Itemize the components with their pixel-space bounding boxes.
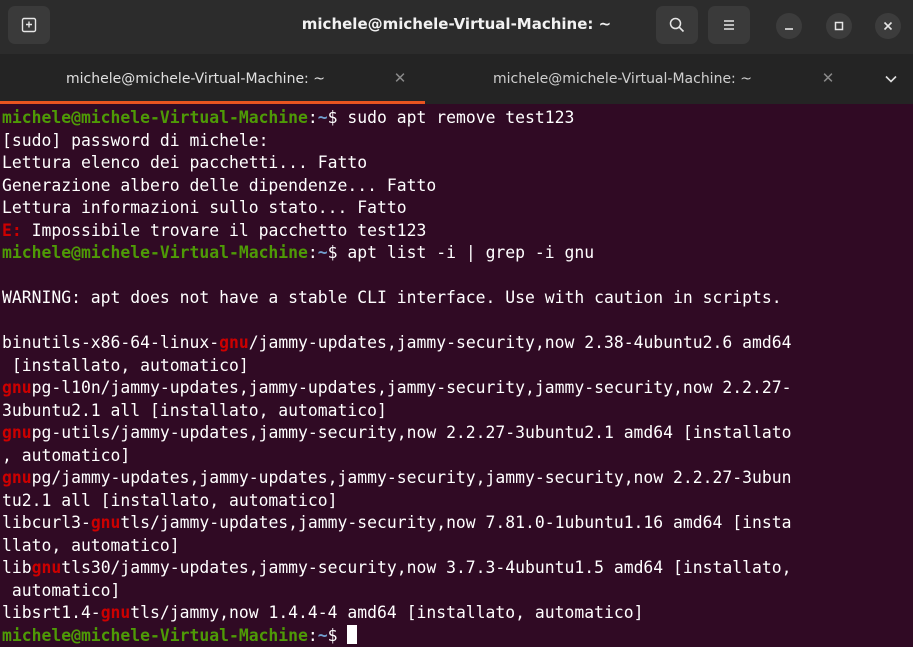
tab-label: michele@michele-Virtual-Machine: ~ [66,71,325,87]
output-segment: lib [2,558,32,577]
output-segment: pg/jammy-updates,jammy-updates,jammy-sec… [31,468,792,487]
prompt-path: ~ [317,625,328,645]
close-window-button[interactable] [875,13,901,39]
prompt-line: michele@michele-Virtual-Machine:~$ apt l… [2,243,595,262]
output-segment: pg-utils/jammy-updates,jammy-security,no… [31,423,792,442]
terminal-output[interactable]: michele@michele-Virtual-Machine:~$ sudo … [0,107,913,647]
output-line: libgnutls30/jammy-updates,jammy-security… [0,557,913,580]
tab-terminal-2[interactable]: michele@michele-Virtual-Machine: ~ ✕ [427,54,867,104]
prompt-path: ~ [317,108,328,127]
match-highlight: gnu [219,333,249,352]
tab-close-icon[interactable]: ✕ [820,69,836,87]
warning-line: WARNING: apt does not have a stable CLI … [2,288,782,307]
chevron-down-icon [885,75,897,83]
command-text: apt list -i | grep -i gnu [337,243,595,262]
match-highlight: gnu [2,378,32,397]
search-button[interactable] [656,6,698,44]
tab-bar: michele@michele-Virtual-Machine: ~ ✕ mic… [0,54,913,104]
output-segment: /jammy-updates,jammy-security,now 2.38-4… [248,333,792,352]
prompt-symbol: $ [327,108,338,127]
tab-terminal-1[interactable]: michele@michele-Virtual-Machine: ~ ✕ [0,54,425,104]
prompt-line: michele@michele-Virtual-Machine:~$ sudo … [2,108,575,127]
prompt-symbol: $ [327,243,338,262]
output-segment: tls30/jammy-updates,jammy-security,now 3… [61,558,792,577]
output-line: gnupg/jammy-updates,jammy-updates,jammy-… [0,467,913,490]
prompt-line: michele@michele-Virtual-Machine:~$ [0,624,913,647]
output-segment: binutils-x86-64-linux- [2,333,220,352]
prompt-user: michele@michele-Virtual-Machine [2,108,308,127]
match-highlight: gnu [2,423,32,442]
match-highlight: gnu [2,468,32,487]
error-text: Impossibile trovare il pacchetto test123 [21,220,427,240]
output-segment: libsrt1.4- [2,603,101,622]
maximize-icon [834,21,844,31]
output-line: [installato, automatico] [2,355,249,375]
output-line: [sudo] password di michele: [2,130,269,150]
command-text: sudo apt remove test123 [337,108,575,127]
new-tab-button[interactable] [8,6,50,44]
output-line: libcurl3-gnutls/jammy-updates,jammy-secu… [0,512,913,535]
tab-label: michele@michele-Virtual-Machine: ~ [493,71,752,87]
output-line: tu2.1 all [installato, automatico] [2,490,338,510]
match-highlight: gnu [31,558,62,577]
output-segment: tls/jammy,now 1.4.4-4 amd64 [installato,… [130,603,644,622]
maximize-button[interactable] [826,13,852,39]
title-bar: michele@michele-Virtual-Machine: ~ [0,0,913,54]
output-line: Lettura informazioni sullo stato... Fatt… [2,198,407,217]
output-line: gnupg-utils/jammy-updates,jammy-security… [0,422,913,445]
text-cursor [347,624,358,644]
output-segment: libcurl3- [2,513,91,532]
output-line: Lettura elenco dei pacchetti... Fatto [2,153,368,172]
output-line: libsrt1.4-gnutls/jammy,now 1.4.4-4 amd64… [0,602,913,625]
tab-overflow-button[interactable] [880,68,902,90]
output-line: binutils-x86-64-linux-gnu/jammy-updates,… [0,332,913,355]
match-highlight: gnu [100,603,131,622]
minimize-icon [785,28,793,30]
output-line: gnupg-l10n/jammy-updates,jammy-updates,j… [0,377,913,400]
prompt-user: michele@michele-Virtual-Machine [2,243,308,262]
output-line: automatico] [2,580,121,600]
prompt-path: ~ [317,243,328,262]
error-line: E: Impossibile trovare il pacchetto test… [0,220,913,243]
minimize-button[interactable] [776,13,802,39]
menu-button[interactable] [708,6,750,44]
prompt-user: michele@michele-Virtual-Machine [2,625,308,645]
hamburger-menu-icon [724,20,734,30]
output-segment: tls/jammy-updates,jammy-security,now 7.8… [120,513,792,532]
match-highlight: gnu [90,513,121,532]
new-tab-icon [21,17,37,33]
output-segment: pg-l10n/jammy-updates,jammy-updates,jamm… [31,378,792,397]
close-icon [883,21,893,31]
prompt-symbol: $ [327,625,338,645]
output-line: Generazione albero delle dipendenze... F… [2,175,437,195]
output-line: llato, automatico] [2,535,180,555]
search-icon [669,17,685,33]
output-line: 3ubuntu2.1 all [installato, automatico] [2,400,387,420]
active-tab-indicator [0,101,425,104]
tab-close-icon[interactable]: ✕ [392,69,408,87]
output-line: , automatico] [2,445,131,465]
error-prefix: E: [2,220,22,240]
